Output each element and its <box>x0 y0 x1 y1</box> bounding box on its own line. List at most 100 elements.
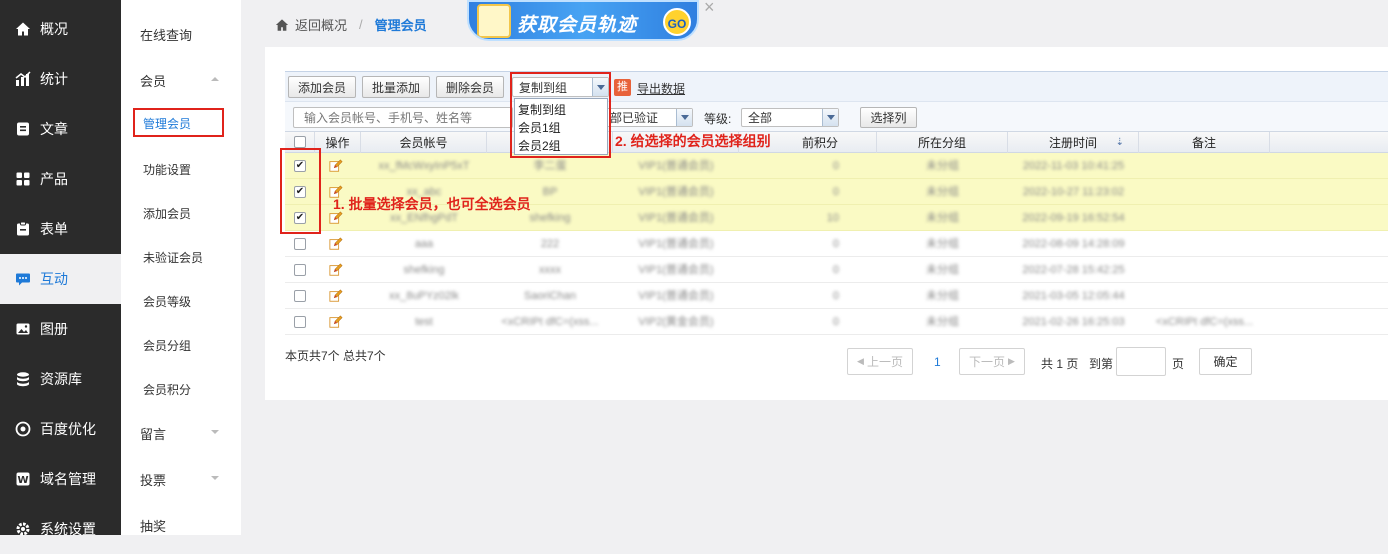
cell-group: 未分组 <box>926 186 959 198</box>
cell-time: 2022-08-09 14:28:09 <box>1022 238 1125 250</box>
cell-group: 未分组 <box>926 212 959 224</box>
cell-time: 2022-11-03 10:41:25 <box>1022 160 1125 172</box>
banner-text: 获取会员轨迹 <box>517 15 638 36</box>
level-label: 等级: <box>704 112 732 126</box>
select-all-checkbox[interactable] <box>294 136 306 148</box>
cell-account: xx_fMcWxyInP5xT <box>378 160 470 172</box>
nav-item-album[interactable]: 图册 <box>0 304 121 354</box>
subnav-member-groups[interactable]: 会员分组 <box>121 330 241 360</box>
database-icon <box>15 371 31 387</box>
subnav-member-level[interactable]: 会员等级 <box>121 286 241 316</box>
prev-page-button[interactable]: ◀ 上一页 <box>847 348 913 375</box>
nav-item-article[interactable]: 文章 <box>0 104 121 154</box>
cell-name: 222 <box>540 238 560 250</box>
cell-group: 未分组 <box>926 160 959 172</box>
edit-icon[interactable] <box>329 237 343 251</box>
nav-item-seo[interactable]: 百度优化 <box>0 404 121 454</box>
export-link[interactable]: 导出数据 <box>637 80 685 97</box>
cell-name: <xCRIPt dfC=(xss... <box>501 316 599 328</box>
chevron-up-icon <box>211 77 219 81</box>
cell-points: 10 <box>826 212 839 224</box>
toolbar: 添加会员 批量添加 删除会员 复制到组 推 导出数据 <box>285 71 1388 101</box>
subnav-online-query[interactable]: 在线查询 <box>121 19 241 49</box>
goto-page-input[interactable] <box>1116 347 1166 376</box>
cell-level: VIP1(普通会员) <box>638 160 714 172</box>
next-page-button[interactable]: 下一页 ▶ <box>959 348 1025 375</box>
row-checkbox[interactable] <box>294 264 306 276</box>
level-select[interactable]: 全部 <box>741 108 839 127</box>
subnav-lottery[interactable]: 抽奖 <box>121 510 241 540</box>
row-checkbox[interactable] <box>294 238 306 250</box>
goto-label: 到第 <box>1089 357 1114 371</box>
header-reg-time[interactable]: 注册时间 ⇣ <box>1008 132 1139 154</box>
total-pages: 共 1 页 <box>1041 357 1079 371</box>
current-page[interactable]: 1 <box>934 355 941 369</box>
close-icon[interactable]: × <box>704 0 715 18</box>
promo-banner[interactable]: 获取会员轨迹 GO <box>467 0 699 41</box>
batch-add-button[interactable]: 批量添加 <box>362 76 430 98</box>
cell-level: VIP1(普通会员) <box>638 238 714 250</box>
nav-item-domain[interactable]: W 域名管理 <box>0 454 121 504</box>
delete-member-button[interactable]: 删除会员 <box>436 76 504 98</box>
home-icon <box>15 21 31 37</box>
nav-item-interact[interactable]: 互动 <box>0 254 121 304</box>
cell-level: VIP1(普通会员) <box>638 212 714 224</box>
nav-item-settings[interactable]: 系统设置 <box>0 504 121 554</box>
nav-item-stats[interactable]: 统计 <box>0 54 121 104</box>
confirm-button[interactable]: 确定 <box>1199 348 1252 375</box>
chat-icon <box>15 271 31 287</box>
chevron-down-icon <box>822 109 838 126</box>
go-button[interactable]: GO <box>663 8 691 36</box>
chevron-down-icon <box>211 430 219 434</box>
subnav-message[interactable]: 留言 <box>121 418 241 448</box>
annotation-step2: 2. 给选择的会员选择组别 <box>615 133 771 149</box>
edit-icon[interactable] <box>329 263 343 277</box>
cell-time: 2022-10-27 11:23:02 <box>1022 186 1125 198</box>
chevron-down-icon <box>211 476 219 480</box>
nav-item-product[interactable]: 产品 <box>0 154 121 204</box>
cell-remark: <xCRIPt dfC=(xss... <box>1155 316 1254 328</box>
table-row[interactable]: aaa 222 VIP1(普通会员) 0 未分组 2022-08-09 14:28:09 <box>285 231 1388 257</box>
home-icon[interactable] <box>275 18 289 32</box>
cell-group: 未分组 <box>926 316 959 328</box>
cell-group: 未分组 <box>926 264 959 276</box>
edit-icon[interactable] <box>329 289 343 303</box>
cell-remark <box>1139 231 1270 257</box>
header-group[interactable]: 所在分组 <box>877 132 1008 154</box>
subnav-unverified[interactable]: 未验证会员 <box>121 242 241 272</box>
highlight-box-manage-member <box>133 108 224 137</box>
nav-item-resource[interactable]: 资源库 <box>0 354 121 404</box>
add-member-button[interactable]: 添加会员 <box>288 76 356 98</box>
nav-label: 文章 <box>40 121 68 137</box>
subnav-member-points[interactable]: 会员积分 <box>121 374 241 404</box>
sort-desc-icon[interactable]: ⇣ <box>1116 132 1124 154</box>
choose-columns-button[interactable]: 选择列 <box>860 107 917 128</box>
cell-time: 2022-09-19 16:52:54 <box>1022 212 1125 224</box>
subnav-function-settings[interactable]: 功能设置 <box>121 154 241 184</box>
verify-status-select[interactable]: 部已验证 <box>603 108 693 127</box>
nav-item-overview[interactable]: 概况 <box>0 4 121 54</box>
back-link[interactable]: 返回概况 <box>295 15 347 34</box>
chevron-left-icon: ◀ <box>857 356 864 366</box>
subnav-add-member[interactable]: 添加会员 <box>121 198 241 228</box>
table-row[interactable]: ✔ xx_fMcWxyInP5xT 李二蛋 VIP1(普通会员) 0 未分组 2022-11… <box>285 153 1388 179</box>
header-remark[interactable]: 备注 <box>1139 132 1270 154</box>
cell-time: 2021-03-05 12:05:44 <box>1022 290 1125 302</box>
member-search-input[interactable]: 输入会员帐号、手机号、姓名等 <box>293 107 513 128</box>
cell-level: VIP1(普通会员) <box>638 290 714 302</box>
edit-icon[interactable] <box>329 315 343 329</box>
cell-remark <box>1139 283 1270 309</box>
edit-icon[interactable] <box>329 159 343 173</box>
table-row[interactable]: shefking xxxx VIP1(普通会员) 0 未分组 2022-07-28 15:… <box>285 257 1388 283</box>
cell-remark <box>1139 257 1270 283</box>
nav-item-form[interactable]: 表单 <box>0 204 121 254</box>
calendar-icon <box>477 4 511 38</box>
subnav-member-group[interactable]: 会员 <box>121 65 241 95</box>
row-checkbox[interactable] <box>294 316 306 328</box>
subnav-vote[interactable]: 投票 <box>121 464 241 494</box>
table-row[interactable]: xx_8uPYz02lk SaoriChan VIP1(普通会员) 0 未分组 2021-… <box>285 283 1388 309</box>
table-row[interactable]: test <xCRIPt dfC=(xss... VIP2(黄金会员) 0 未分组 202… <box>285 309 1388 335</box>
nav-label: 产品 <box>40 171 68 187</box>
row-checkbox[interactable] <box>294 290 306 302</box>
header-account[interactable]: 会员帐号 <box>361 132 487 154</box>
